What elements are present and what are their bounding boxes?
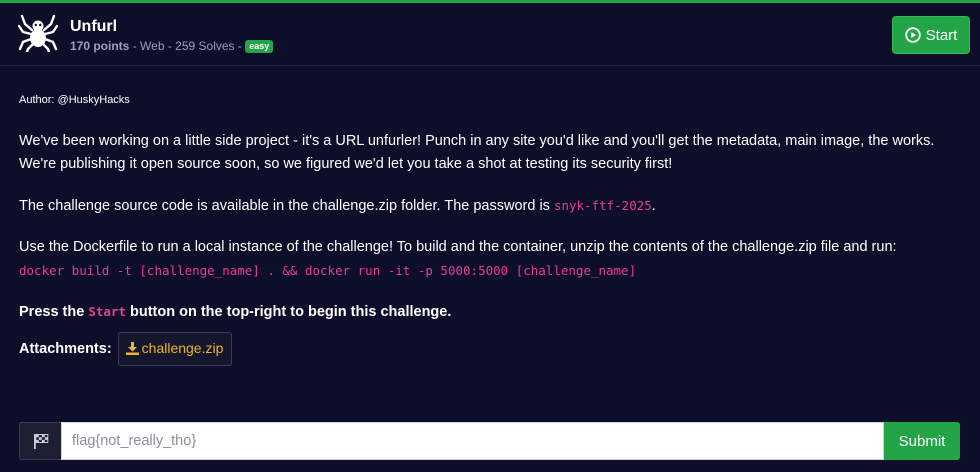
challenge-meta: 170 points - Web - 259 Solves - easy bbox=[70, 39, 274, 53]
start-button[interactable]: Start bbox=[892, 16, 970, 54]
start-button-label: Start bbox=[925, 26, 958, 44]
meta-separator: - bbox=[234, 39, 246, 53]
difficulty-badge: easy bbox=[245, 40, 274, 53]
author-line: Author: @HuskyHacks bbox=[19, 94, 130, 106]
docker-paragraph: Use the Dockerfile to run a local instan… bbox=[19, 236, 964, 282]
press-text-end: button on the top-right to begin this ch… bbox=[125, 304, 452, 320]
spider-icon bbox=[18, 14, 58, 52]
points-value: 170 points bbox=[70, 39, 130, 53]
category-label: Web bbox=[140, 39, 165, 53]
press-start-paragraph: Press the Start button on the top-right … bbox=[19, 300, 964, 324]
password-text-end: . bbox=[651, 198, 656, 214]
attachments-row: Attachments: challenge.zip bbox=[19, 332, 964, 366]
flag-icon-addon bbox=[19, 422, 61, 460]
submit-button[interactable]: Submit bbox=[884, 422, 960, 460]
challenge-title: Unfurl bbox=[70, 18, 118, 35]
solves-count: 259 Solves bbox=[175, 39, 235, 53]
attachments-label: Attachments: bbox=[19, 340, 112, 357]
password-paragraph: The challenge source code is available i… bbox=[19, 194, 964, 218]
challenge-description: Author: @HuskyHacks We've been working o… bbox=[19, 92, 964, 366]
press-text: Press the bbox=[19, 304, 89, 320]
flag-submit-form: Submit bbox=[19, 422, 960, 460]
play-circle-icon bbox=[904, 27, 921, 43]
challenge-header: Unfurl 170 points - Web - 259 Solves - e… bbox=[0, 3, 980, 66]
password-text: The challenge source code is available i… bbox=[19, 198, 554, 214]
start-code: Start bbox=[88, 304, 126, 319]
attachment-file-name: challenge.zip bbox=[141, 340, 224, 356]
description-paragraph: We've been working on a little side proj… bbox=[19, 133, 935, 172]
meta-separator: - bbox=[164, 39, 176, 53]
password-code: snyk-ftf-2025 bbox=[553, 198, 652, 213]
download-icon bbox=[125, 342, 139, 355]
flag-checkered-icon bbox=[33, 434, 48, 449]
docker-command: docker build -t [challenge_name] . && do… bbox=[19, 263, 637, 278]
docker-instructions: Use the Dockerfile to run a local instan… bbox=[19, 239, 897, 255]
challenge-page: Unfurl 170 points - Web - 259 Solves - e… bbox=[0, 0, 980, 472]
meta-separator: - bbox=[129, 39, 141, 53]
attachment-download-button[interactable]: challenge.zip bbox=[117, 332, 233, 366]
flag-input[interactable] bbox=[61, 422, 884, 460]
